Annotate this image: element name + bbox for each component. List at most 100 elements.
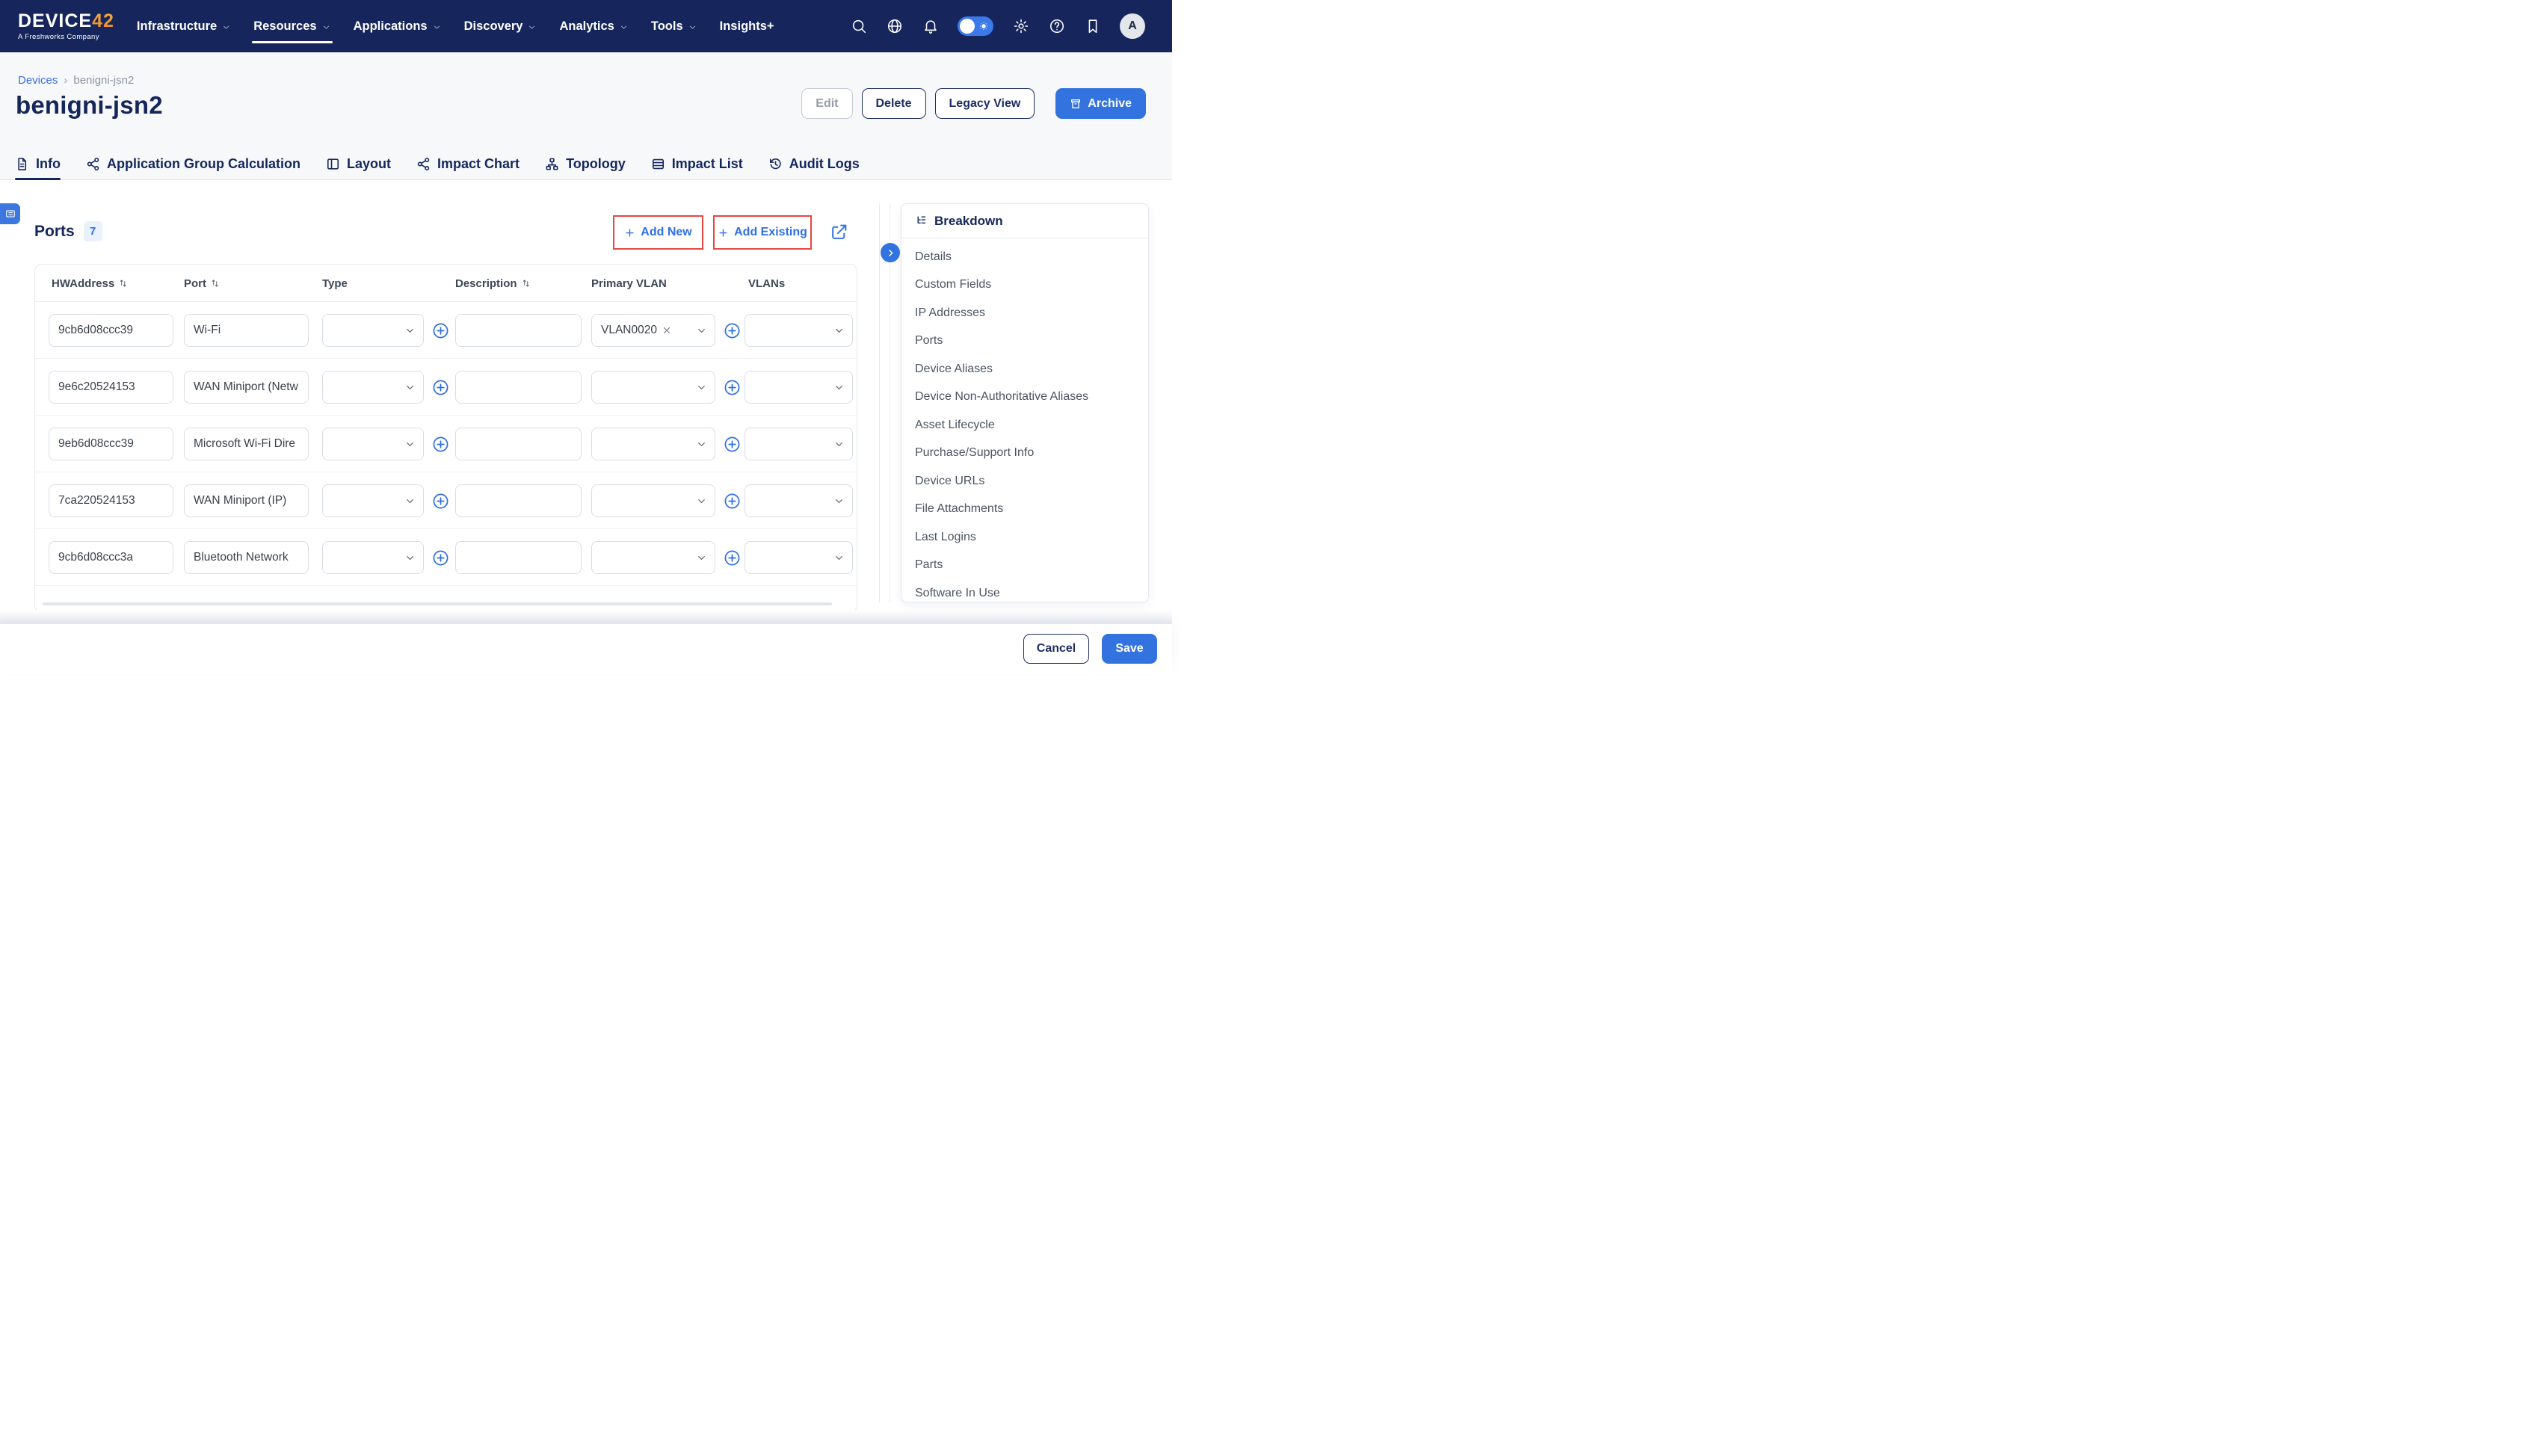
primary-vlan-select[interactable]	[591, 541, 715, 574]
port-table-row	[35, 472, 857, 529]
delete-button[interactable]: Delete	[862, 88, 926, 119]
add-vlan-button[interactable]	[724, 379, 741, 396]
clear-icon[interactable]	[662, 325, 672, 336]
hwaddress-input[interactable]	[49, 314, 173, 347]
port-input[interactable]	[184, 314, 309, 347]
vlans-select[interactable]	[745, 428, 853, 460]
column-header-port[interactable]: Port	[184, 265, 221, 302]
vlans-select[interactable]	[745, 484, 853, 517]
add-type-button[interactable]	[432, 436, 449, 453]
nav-item-resources[interactable]: Resources	[253, 0, 330, 52]
edit-button[interactable]: Edit	[801, 88, 852, 119]
type-select[interactable]	[322, 371, 424, 404]
help-icon[interactable]	[1048, 18, 1065, 35]
sidebar-item-ip-addresses[interactable]: IP Addresses	[901, 299, 1148, 327]
legacy-view-button[interactable]: Legacy View	[935, 88, 1035, 119]
description-input[interactable]	[455, 484, 582, 517]
sidebar-item-file-attachments[interactable]: File Attachments	[901, 496, 1148, 524]
vlans-select[interactable]	[745, 371, 853, 404]
sidebar-item-details[interactable]: Details	[901, 243, 1148, 271]
chevron-right-icon	[886, 248, 895, 258]
archive-button[interactable]: Archive	[1055, 88, 1146, 119]
primary-nav: Infrastructure Resources Applications Disco…	[137, 0, 774, 52]
sidebar-item-custom-fields[interactable]: Custom Fields	[901, 271, 1148, 300]
hwaddress-input[interactable]	[49, 371, 173, 404]
add-vlan-button[interactable]	[724, 322, 741, 339]
theme-toggle[interactable]	[958, 16, 993, 36]
tab-info[interactable]: Info	[15, 148, 61, 180]
description-input[interactable]	[455, 428, 582, 460]
primary-vlan-select[interactable]	[591, 428, 715, 460]
horizontal-scrollbar[interactable]	[43, 602, 832, 605]
add-vlan-button[interactable]	[724, 549, 741, 567]
add-type-button[interactable]	[432, 379, 449, 396]
port-input[interactable]	[184, 541, 309, 574]
hwaddress-input[interactable]	[49, 428, 173, 460]
settings-gear-icon[interactable]	[1012, 18, 1029, 35]
nav-item-applications[interactable]: Applications	[354, 0, 442, 52]
add-vlan-button[interactable]	[724, 436, 741, 453]
sidebar-item-device-non-authoritative-aliases[interactable]: Device Non-Authoritative Aliases	[901, 383, 1148, 412]
tab-topology[interactable]: Topology	[545, 148, 626, 180]
side-panel-toggle[interactable]	[0, 203, 20, 224]
open-in-new-window-icon[interactable]	[830, 223, 848, 241]
breakdown-title: Breakdown	[934, 214, 1003, 229]
nav-item-insights[interactable]: Insights+	[720, 0, 774, 52]
column-header-hwaddress[interactable]: HWAddress	[52, 265, 129, 302]
type-select[interactable]	[322, 484, 424, 517]
device42-logo[interactable]: DEVICE42 A Freshworks Company	[18, 12, 114, 41]
add-new-button[interactable]: Add New	[624, 226, 691, 239]
sidebar-item-device-aliases[interactable]: Device Aliases	[901, 355, 1148, 383]
description-input[interactable]	[455, 314, 582, 347]
bookmark-icon[interactable]	[1084, 18, 1101, 35]
tab-application-group-calculation[interactable]: Application Group Calculation	[86, 148, 300, 180]
hwaddress-input[interactable]	[49, 484, 173, 517]
add-vlan-button[interactable]	[724, 493, 741, 510]
nav-item-infrastructure[interactable]: Infrastructure	[137, 0, 231, 52]
tab-impact-chart[interactable]: Impact Chart	[416, 148, 520, 180]
add-type-button[interactable]	[432, 493, 449, 510]
user-avatar[interactable]: A	[1120, 13, 1145, 39]
sidebar-item-asset-lifecycle[interactable]: Asset Lifecycle	[901, 411, 1148, 439]
description-input[interactable]	[455, 541, 582, 574]
globe-icon[interactable]	[886, 18, 903, 35]
column-header-type: Type	[322, 265, 348, 302]
sidebar-item-purchase-support-info[interactable]: Purchase/Support Info	[901, 439, 1148, 468]
sidebar-item-software-in-use[interactable]: Software In Use	[901, 579, 1148, 602]
nav-item-analytics[interactable]: Analytics	[559, 0, 628, 52]
type-select[interactable]	[322, 428, 424, 460]
add-existing-button[interactable]: Add Existing	[718, 226, 807, 239]
sidebar-item-ports[interactable]: Ports	[901, 327, 1148, 356]
port-input[interactable]	[184, 484, 309, 517]
expand-sidebar-button[interactable]	[881, 243, 900, 262]
port-input[interactable]	[184, 428, 309, 460]
cancel-button[interactable]: Cancel	[1023, 634, 1089, 664]
search-icon[interactable]	[850, 18, 867, 35]
notifications-bell-icon[interactable]	[922, 18, 939, 35]
vlans-select[interactable]	[745, 541, 853, 574]
type-select[interactable]	[322, 541, 424, 574]
sidebar-item-parts[interactable]: Parts	[901, 552, 1148, 580]
primary-vlan-select[interactable]	[591, 484, 715, 517]
vlans-select[interactable]	[745, 314, 853, 347]
primary-vlan-select[interactable]: VLAN0020	[591, 314, 715, 347]
hwaddress-input[interactable]	[49, 541, 173, 574]
sidebar-item-device-urls[interactable]: Device URLs	[901, 467, 1148, 496]
nav-item-discovery[interactable]: Discovery	[464, 0, 537, 52]
tab-impact-list[interactable]: Impact List	[651, 148, 743, 180]
nav-item-tools[interactable]: Tools	[651, 0, 697, 52]
breadcrumb-devices-link[interactable]: Devices	[18, 74, 58, 87]
description-input[interactable]	[455, 371, 582, 404]
add-type-button[interactable]	[432, 322, 449, 339]
tab-layout[interactable]: Layout	[326, 148, 391, 180]
primary-vlan-select[interactable]	[591, 371, 715, 404]
port-input[interactable]	[184, 371, 309, 404]
tab-audit-logs[interactable]: Audit Logs	[768, 148, 860, 180]
save-button[interactable]: Save	[1102, 634, 1157, 664]
column-label: Description	[455, 277, 517, 290]
column-header-description[interactable]: Description	[455, 265, 531, 302]
sidebar-item-last-logins[interactable]: Last Logins	[901, 523, 1148, 552]
type-select[interactable]	[322, 314, 424, 347]
add-type-button[interactable]	[432, 549, 449, 567]
nav-label: Applications	[354, 19, 428, 34]
